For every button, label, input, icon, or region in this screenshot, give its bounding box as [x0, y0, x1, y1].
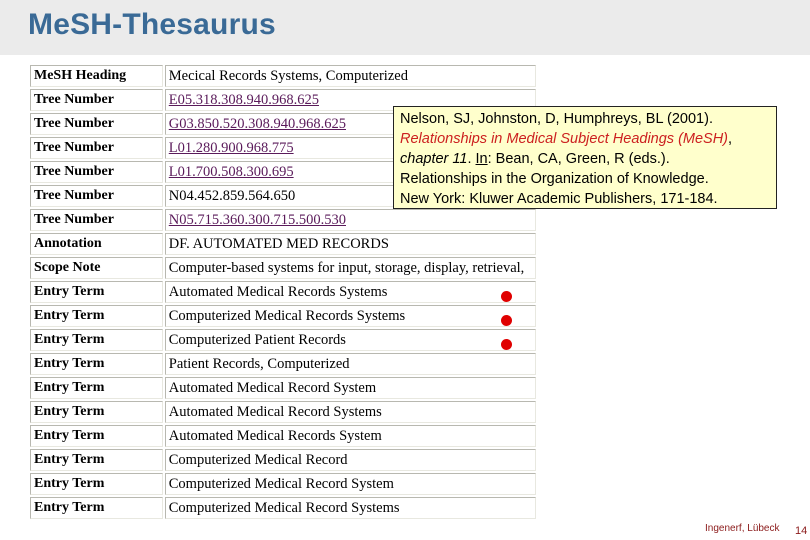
row-label: Annotation: [30, 233, 163, 255]
table-row: Entry Term Computerized Patient Records: [30, 329, 536, 351]
table-row: Entry Term Computerized Medical Record Sy…: [30, 473, 536, 495]
tree-number-link[interactable]: E05.318.308.940.968.625: [169, 92, 319, 108]
citation-chapter: chapter 11: [400, 151, 468, 167]
row-label: Entry Term: [30, 377, 163, 399]
table-row: Annotation DF. AUTOMATED MED RECORDS: [30, 233, 536, 255]
citation-comma: ,: [728, 131, 733, 147]
row-label: Tree Number: [30, 185, 163, 207]
slide-title: MeSH-Thesaurus: [28, 8, 276, 41]
table-row: Entry Term Automated Medical Record Syste…: [30, 377, 536, 399]
row-label: Tree Number: [30, 89, 163, 111]
row-label: Entry Term: [30, 401, 163, 423]
citation-in-label: In: [475, 151, 488, 167]
row-label: Tree Number: [30, 209, 163, 231]
row-value: Computerized Medical Record: [164, 449, 536, 471]
citation-title-line: Relationships in Medical Subject Heading…: [400, 129, 770, 149]
row-label: Entry Term: [30, 425, 163, 447]
footer-author: Ingenerf, Lübeck: [705, 523, 780, 534]
citation-chapter-line: chapter 11. In: Bean, CA, Green, R (eds.…: [400, 149, 770, 169]
row-value-cell: N05.715.360.300.715.500.530: [164, 209, 536, 231]
citation-editors: : Bean, CA, Green, R (eds.).: [487, 151, 670, 167]
table-row: Tree Number N05.715.360.300.715.500.530: [30, 209, 536, 231]
row-value: Computerized Medical Records Systems: [164, 305, 536, 327]
citation-period: .: [467, 151, 476, 167]
row-label: Tree Number: [30, 161, 163, 183]
tree-number-link[interactable]: L01.700.508.300.695: [169, 164, 294, 180]
row-value: Patient Records, Computerized: [164, 353, 536, 375]
row-label: Entry Term: [30, 449, 163, 471]
title-bar: MeSH-Thesaurus: [0, 0, 810, 55]
page-number: 14: [795, 525, 808, 537]
row-label: Entry Term: [30, 281, 163, 303]
table-row: Entry Term Patient Records, Computerized: [30, 353, 536, 375]
tree-number-link[interactable]: L01.280.900.968.775: [169, 140, 294, 156]
row-value: Computerized Patient Records: [164, 329, 536, 351]
row-label: Entry Term: [30, 473, 163, 495]
table-row: Entry Term Automated Medical Records Syst…: [30, 281, 536, 303]
tree-number-link[interactable]: N05.715.360.300.715.500.530: [169, 212, 346, 228]
red-dot-marker-icon: [501, 291, 512, 302]
row-label: Entry Term: [30, 305, 163, 327]
table-row: Entry Term Automated Medical Record Syste…: [30, 401, 536, 423]
table-row: Entry Term Computerized Medical Record Sy…: [30, 497, 536, 519]
row-label: Entry Term: [30, 353, 163, 375]
row-value: Automated Medical Record Systems: [164, 401, 536, 423]
row-label: MeSH Heading: [30, 65, 163, 87]
table-row: Entry Term Computerized Medical Record: [30, 449, 536, 471]
row-value: Computerized Medical Record System: [164, 473, 536, 495]
row-value: Computerized Medical Record Systems: [164, 497, 536, 519]
row-value: Mecical Records Systems, Computerized: [164, 65, 536, 87]
row-value: Computer-based systems for input, storag…: [164, 257, 536, 279]
row-value: Automated Medical Records Systems: [164, 281, 536, 303]
citation-box: Nelson, SJ, Johnston, D, Humphreys, BL (…: [393, 106, 777, 209]
table-row: MeSH Heading Mecical Records Systems, Com…: [30, 65, 536, 87]
row-label: Tree Number: [30, 137, 163, 159]
red-dot-marker-icon: [501, 315, 512, 326]
citation-title: Relationships in Medical Subject Heading…: [400, 131, 729, 147]
red-dot-marker-icon: [501, 339, 512, 350]
row-value: DF. AUTOMATED MED RECORDS: [164, 233, 536, 255]
row-label: Entry Term: [30, 497, 163, 519]
row-label: Tree Number: [30, 113, 163, 135]
row-value: Automated Medical Records System: [164, 425, 536, 447]
citation-authors: Nelson, SJ, Johnston, D, Humphreys, BL (…: [400, 111, 713, 127]
table-row: Entry Term Computerized Medical Records S…: [30, 305, 536, 327]
table-row: Entry Term Automated Medical Records Syst…: [30, 425, 536, 447]
citation-book: Relationships in the Organization of Kno…: [400, 171, 709, 187]
table-row: Scope Note Computer-based systems for inp…: [30, 257, 536, 279]
citation-publisher: New York: Kluwer Academic Publishers, 17…: [400, 191, 718, 207]
tree-number-link[interactable]: G03.850.520.308.940.968.625: [169, 116, 346, 132]
row-value: Automated Medical Record System: [164, 377, 536, 399]
row-label: Scope Note: [30, 257, 163, 279]
row-label: Entry Term: [30, 329, 163, 351]
